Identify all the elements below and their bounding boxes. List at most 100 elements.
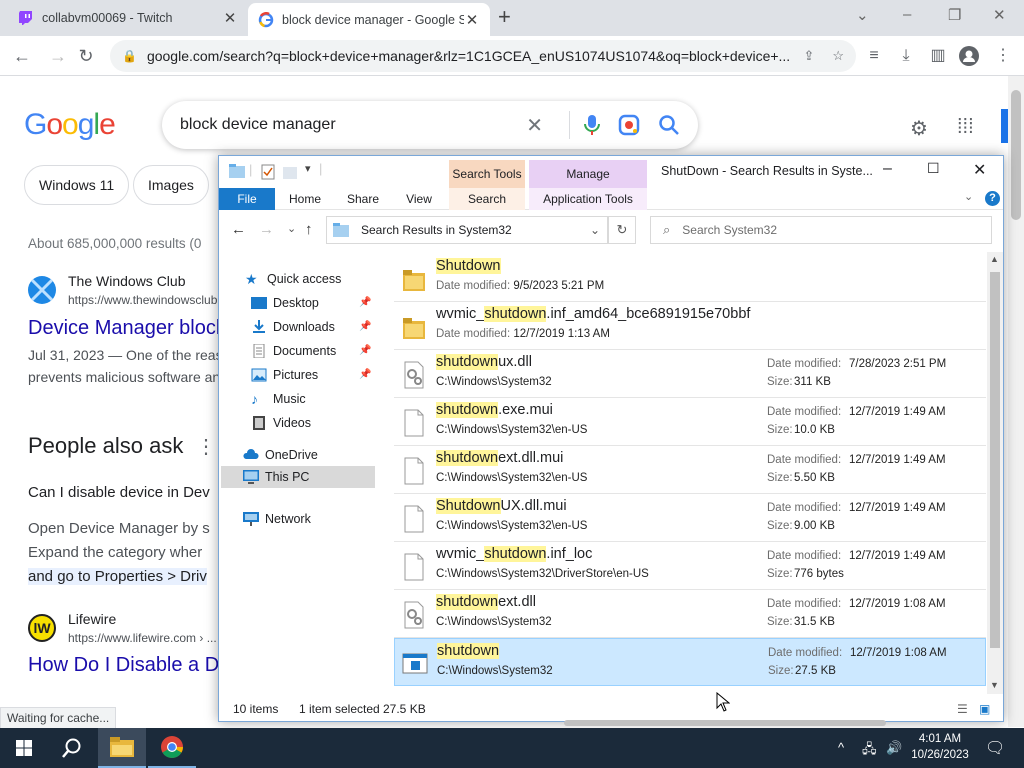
restore-icon[interactable]: ❐ (948, 6, 961, 24)
show-hidden-icons-chevron-icon[interactable]: ^ (838, 740, 844, 755)
close-window-icon[interactable]: ✕ (993, 6, 1006, 24)
share-icon[interactable]: ⇪ (803, 48, 814, 64)
file-name[interactable]: shutdown.exe.mui (436, 402, 553, 418)
file-list-scrollbar[interactable]: ▲ ▼ (987, 252, 1003, 694)
address-bar[interactable]: 🔒 google.com/search?q=block+device+manag… (110, 40, 856, 72)
search-field[interactable]: ⌕ Search System32 (650, 216, 992, 244)
file-row[interactable]: shutdownext.dll.mui C:\Windows\System32\e… (394, 446, 986, 494)
tab-twitch[interactable]: collabvm00069 - Twitch ✕ (8, 0, 248, 36)
file-name[interactable]: shutdownux.dll (436, 354, 532, 370)
file-explorer-window[interactable]: | ▾ | Search Tools Manage ShutDown - Sea… (218, 155, 1004, 722)
properties-quick-icon[interactable] (261, 164, 275, 180)
file-name[interactable]: ShutdownUX.dll.mui (436, 498, 567, 514)
forward-arrow-icon[interactable]: → (259, 221, 274, 238)
file-row[interactable]: wvmic_shutdown.inf_loc C:\Windows\System3… (394, 542, 986, 590)
page-horizontal-scrollbar[interactable] (228, 720, 1008, 726)
large-icons-view-icon[interactable]: ▣ (979, 696, 990, 722)
nav-music[interactable]: ♪ Music (251, 388, 306, 410)
file-row[interactable]: ShutdownUX.dll.mui C:\Windows\System32\en… (394, 494, 986, 542)
side-panel-icon[interactable]: ▥ (928, 46, 948, 66)
tab-google-search[interactable]: block device manager - Google S ✕ (248, 3, 490, 36)
google-logo[interactable]: Google (24, 108, 116, 142)
search-query[interactable]: block device manager (180, 116, 526, 134)
file-name[interactable]: wvmic_shutdown.inf_loc (436, 546, 592, 562)
file-name[interactable]: wvmic_shutdown.inf_amd64_bce6891915e70bb… (436, 306, 750, 322)
pin-icon[interactable]: 📌 (359, 297, 371, 308)
explorer-title-bar[interactable]: | ▾ | Search Tools Manage ShutDown - Sea… (219, 156, 1003, 188)
tab-application-tools[interactable]: Application Tools (529, 188, 647, 210)
tab-home[interactable]: Home (281, 188, 329, 210)
nav-documents[interactable]: Documents (251, 340, 336, 362)
more-options-icon[interactable]: ⋮ (196, 434, 216, 459)
notifications-icon[interactable]: 🗨 (985, 738, 1005, 758)
taskbar-search-button[interactable] (48, 728, 96, 768)
up-arrow-icon[interactable]: ↑ (305, 221, 313, 238)
pin-icon[interactable]: 📌 (359, 369, 371, 380)
chip-images[interactable]: Images (133, 165, 209, 205)
pin-icon[interactable]: 📌 (359, 345, 371, 356)
maximize-icon[interactable]: ☐ (927, 160, 940, 177)
media-controls-icon[interactable]: ≡ (864, 46, 884, 66)
sign-in-button[interactable] (1001, 109, 1008, 143)
file-row[interactable]: shutdown C:\Windows\System32 Date modified… (394, 638, 986, 686)
profile-avatar-icon[interactable] (959, 46, 979, 66)
clear-search-icon[interactable]: ✕ (526, 113, 543, 138)
pin-icon[interactable]: 📌 (359, 321, 371, 332)
path-dropdown-chevron-icon[interactable]: ⌄ (583, 223, 607, 237)
close-window-icon[interactable]: ✕ (973, 160, 986, 180)
nav-videos[interactable]: Videos (251, 412, 311, 434)
google-apps-icon[interactable]: ⁞⁞⁞ (957, 116, 974, 139)
file-row[interactable]: shutdown.exe.mui C:\Windows\System32\en-U… (394, 398, 986, 446)
file-name[interactable]: shutdownext.dll.mui (436, 450, 563, 466)
lens-camera-icon[interactable] (618, 114, 640, 136)
nav-desktop[interactable]: Desktop (251, 292, 319, 314)
volume-icon[interactable]: 🔊 (886, 740, 902, 756)
file-name[interactable]: Shutdown (436, 258, 501, 274)
nav-network[interactable]: Network (243, 508, 311, 530)
new-tab-plus-icon[interactable]: + (498, 4, 511, 30)
nav-quick-access[interactable]: ★ Quick access (245, 268, 341, 290)
nav-this-pc[interactable]: This PC (243, 466, 309, 488)
forward-arrow-icon[interactable]: → (46, 44, 70, 68)
microphone-icon[interactable] (584, 114, 600, 136)
refresh-icon[interactable]: ↻ (608, 216, 636, 244)
result-title-link[interactable]: How Do I Disable a D (28, 654, 219, 677)
tab-view[interactable]: View (395, 188, 443, 210)
nav-pictures[interactable]: Pictures (251, 364, 318, 386)
address-path-box[interactable]: Search Results in System32 ⌄ (326, 216, 608, 244)
taskbar-file-explorer[interactable] (98, 728, 146, 768)
expand-ribbon-chevron-icon[interactable]: ⌄ (964, 190, 973, 203)
new-folder-quick-icon[interactable] (283, 165, 297, 179)
recent-locations-chevron-icon[interactable]: ⌄ (287, 222, 296, 235)
file-row[interactable]: shutdownux.dll C:\Windows\System32 Date mo… (394, 350, 986, 398)
result-title-link[interactable]: Device Manager block (28, 317, 226, 340)
tab-share[interactable]: Share (339, 188, 387, 210)
search-icon[interactable] (658, 114, 680, 136)
nav-onedrive[interactable]: OneDrive (243, 444, 318, 466)
back-arrow-icon[interactable]: ← (231, 221, 246, 238)
tab-search-chevron-icon[interactable]: ⌄ (856, 6, 869, 24)
minimize-icon[interactable]: – (903, 6, 911, 23)
close-tab-icon[interactable]: ✕ (222, 9, 238, 27)
reload-icon[interactable]: ↻ (74, 44, 98, 68)
tab-file[interactable]: File (219, 188, 275, 210)
taskbar-chrome[interactable] (148, 728, 196, 768)
taskbar-clock[interactable]: 4:01 AM 10/26/2023 (908, 731, 972, 763)
bookmark-star-icon[interactable]: ☆ (832, 48, 844, 64)
minimize-icon[interactable]: – (883, 160, 892, 178)
tab-search[interactable]: Search (449, 188, 525, 210)
back-arrow-icon[interactable]: ← (10, 44, 34, 68)
page-scrollbar[interactable] (1008, 76, 1024, 727)
customize-toolbar-dropdown-icon[interactable]: ▾ (305, 162, 311, 175)
file-name[interactable]: shutdown (437, 643, 500, 659)
chrome-menu-icon[interactable]: ⋮ (993, 46, 1013, 66)
file-row[interactable]: Shutdown Date modified: 9/5/2023 5:21 PM (394, 254, 986, 302)
file-row[interactable]: wvmic_shutdown.inf_amd64_bce6891915e70bb… (394, 302, 986, 350)
file-row[interactable]: shutdownext.dll C:\Windows\System32 Date m… (394, 590, 986, 638)
details-view-icon[interactable]: ☰ (957, 696, 968, 722)
file-name[interactable]: shutdownext.dll (436, 594, 536, 610)
settings-gear-icon[interactable]: ⚙ (910, 116, 928, 141)
downloads-icon[interactable]: ⤓ (896, 46, 916, 66)
nav-downloads[interactable]: Downloads (251, 316, 335, 338)
network-tray-icon[interactable]: 🖧 (862, 740, 877, 762)
